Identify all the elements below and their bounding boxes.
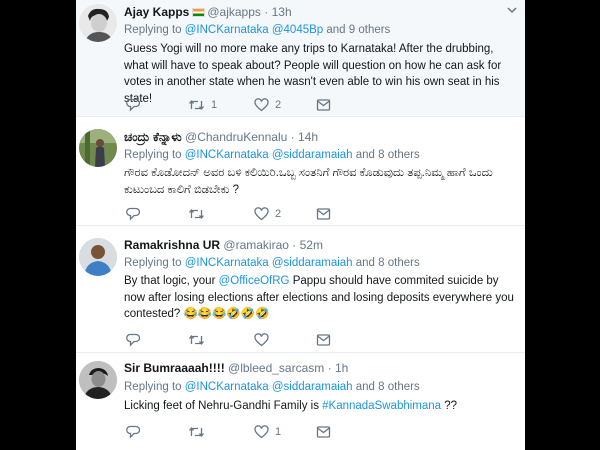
tweet-header: Ajay Kapps @ajkapps · 13h <box>124 5 292 19</box>
reply-icon <box>126 425 141 439</box>
replying-to-label: Replying to <box>124 24 182 36</box>
tweet-text-part: Licking feet of Nehru-Gandhi Family is <box>124 400 323 412</box>
handle[interactable]: @ajkapps <box>207 5 261 19</box>
replying-to: Replying to @INCKarnataka @4045Bp and 9 … <box>124 23 390 37</box>
like-button[interactable]: 2 <box>254 206 281 222</box>
chevron-down-icon[interactable] <box>507 7 517 17</box>
handle[interactable]: @ChandruKennalu <box>185 130 287 144</box>
dm-icon <box>316 334 331 346</box>
retweet-count: 1 <box>211 99 218 111</box>
avatar-image <box>79 129 117 167</box>
tweet-actions: 2 <box>126 206 356 222</box>
avatar-image <box>79 238 117 276</box>
retweet-icon <box>188 99 205 111</box>
like-button[interactable]: 1 <box>254 424 281 440</box>
mentions[interactable]: @INCKarnataka @siddaramaiah <box>185 257 353 269</box>
avatar-image <box>79 361 117 399</box>
reply-button[interactable] <box>126 332 141 348</box>
replying-to-label: Replying to <box>124 257 182 269</box>
replying-to-label: Replying to <box>124 149 182 161</box>
like-icon <box>254 207 269 221</box>
timestamp[interactable]: 14h <box>298 130 318 144</box>
retweet-button[interactable]: 1 <box>188 97 217 113</box>
like-button[interactable] <box>254 332 275 348</box>
handle[interactable]: @ramakirao <box>223 238 289 252</box>
tweet-text-part: By that logic, your <box>124 275 219 287</box>
like-icon <box>254 333 269 347</box>
timestamp[interactable]: 1h <box>335 361 348 375</box>
tweet-sir-bumraaaah[interactable]: Sir Bumraaaah!!!! @lbleed_sarcasm · 1h R… <box>76 353 525 450</box>
tweet-header: Sir Bumraaaah!!!! @lbleed_sarcasm · 1h <box>124 361 348 375</box>
tweet-text: By that logic, your @OfficeOfRG Pappu sh… <box>124 273 519 323</box>
reply-icon <box>126 207 141 221</box>
separator: · <box>292 238 297 252</box>
reply-button[interactable] <box>126 206 141 222</box>
reply-timeline: Ajay Kapps @ajkapps · 13h Replying to @IN… <box>76 0 525 450</box>
retweet-button[interactable] <box>188 424 211 440</box>
india-flag-icon <box>192 8 206 17</box>
reply-icon <box>126 98 141 112</box>
tweet-actions <box>126 332 356 348</box>
avatar[interactable] <box>79 238 117 276</box>
tweet-actions: 1 2 <box>126 97 356 113</box>
like-count: 1 <box>275 426 282 438</box>
like-count: 2 <box>275 99 282 111</box>
replying-to: Replying to @INCKarnataka @siddaramaiah … <box>124 380 420 394</box>
retweet-icon <box>188 334 205 346</box>
like-button[interactable]: 2 <box>254 97 281 113</box>
retweet-icon <box>188 208 205 220</box>
replying-to: Replying to @INCKarnataka @siddaramaiah … <box>124 256 420 270</box>
avatar[interactable] <box>79 361 117 399</box>
separator: · <box>327 361 332 375</box>
dm-icon <box>316 426 331 438</box>
dm-button[interactable] <box>316 97 331 113</box>
mentions[interactable]: @INCKarnataka @siddaramaiah <box>185 149 353 161</box>
dm-button[interactable] <box>316 424 331 440</box>
hashtag-link[interactable]: #KannadaSwabhimana <box>322 400 441 412</box>
reply-button[interactable] <box>126 97 141 113</box>
display-name[interactable]: Ajay Kapps <box>124 5 189 19</box>
mentions[interactable]: @INCKarnataka @siddaramaiah <box>185 381 353 393</box>
display-name[interactable]: ಚಂದ್ರು ಕೆನ್ನಾಳು <box>124 130 182 144</box>
reply-icon <box>126 333 141 347</box>
mention-link[interactable]: @OfficeOfRG <box>219 275 290 287</box>
reply-button[interactable] <box>126 424 141 440</box>
display-name[interactable]: Ramakrishna UR <box>124 238 220 252</box>
dm-icon <box>316 99 331 111</box>
tweet-text-part: ?? <box>441 400 458 412</box>
separator: · <box>290 130 295 144</box>
and-others[interactable]: and 8 others <box>356 149 420 161</box>
like-icon <box>254 98 269 112</box>
tweet-header: ಚಂದ್ರು ಕೆನ್ನಾಳು @ChandruKennalu · 14h <box>124 130 318 144</box>
dm-icon <box>316 208 331 220</box>
and-others[interactable]: and 9 others <box>326 24 390 36</box>
timestamp[interactable]: 13h <box>272 5 292 19</box>
tweet-chandru-kennalu[interactable]: ಚಂದ್ರು ಕೆನ್ನಾಳು @ChandruKennalu · 14h Re… <box>76 117 525 226</box>
avatar[interactable] <box>79 129 117 167</box>
separator: · <box>264 5 269 19</box>
retweet-icon <box>188 426 205 438</box>
retweet-button[interactable] <box>188 206 211 222</box>
handle[interactable]: @lbleed_sarcasm <box>228 361 324 375</box>
replying-to-label: Replying to <box>124 381 182 393</box>
tweet-ramakrishna-ur[interactable]: Ramakrishna UR @ramakirao · 52m Replying… <box>76 226 525 353</box>
mentions[interactable]: @INCKarnataka @4045Bp <box>185 24 323 36</box>
tweet-text: ಗೌರವ ಕೊಡೋದನ್ ಅವರ ಬಳಿ ಕಲಿಯಿರಿ.ಒಬ್ಬ ಸಂತನಿಗ… <box>124 167 493 196</box>
display-name[interactable]: Sir Bumraaaah!!!! <box>124 361 225 375</box>
like-count: 2 <box>275 208 282 220</box>
tweet-text: Licking feet of Nehru-Gandhi Family is #… <box>124 398 519 415</box>
replying-to: Replying to @INCKarnataka @siddaramaiah … <box>124 148 420 162</box>
tweet-actions: 1 <box>126 424 356 440</box>
timestamp[interactable]: 52m <box>300 238 323 252</box>
dm-button[interactable] <box>316 206 331 222</box>
avatar[interactable] <box>79 4 117 42</box>
dm-button[interactable] <box>316 332 331 348</box>
and-others[interactable]: and 8 others <box>356 381 420 393</box>
avatar-image <box>79 4 117 42</box>
and-others[interactable]: and 8 others <box>356 257 420 269</box>
retweet-button[interactable] <box>188 332 211 348</box>
like-icon <box>254 425 269 439</box>
tweet-ajay-kapps[interactable]: Ajay Kapps @ajkapps · 13h Replying to @IN… <box>76 0 525 117</box>
tweet-header: Ramakrishna UR @ramakirao · 52m <box>124 238 323 252</box>
